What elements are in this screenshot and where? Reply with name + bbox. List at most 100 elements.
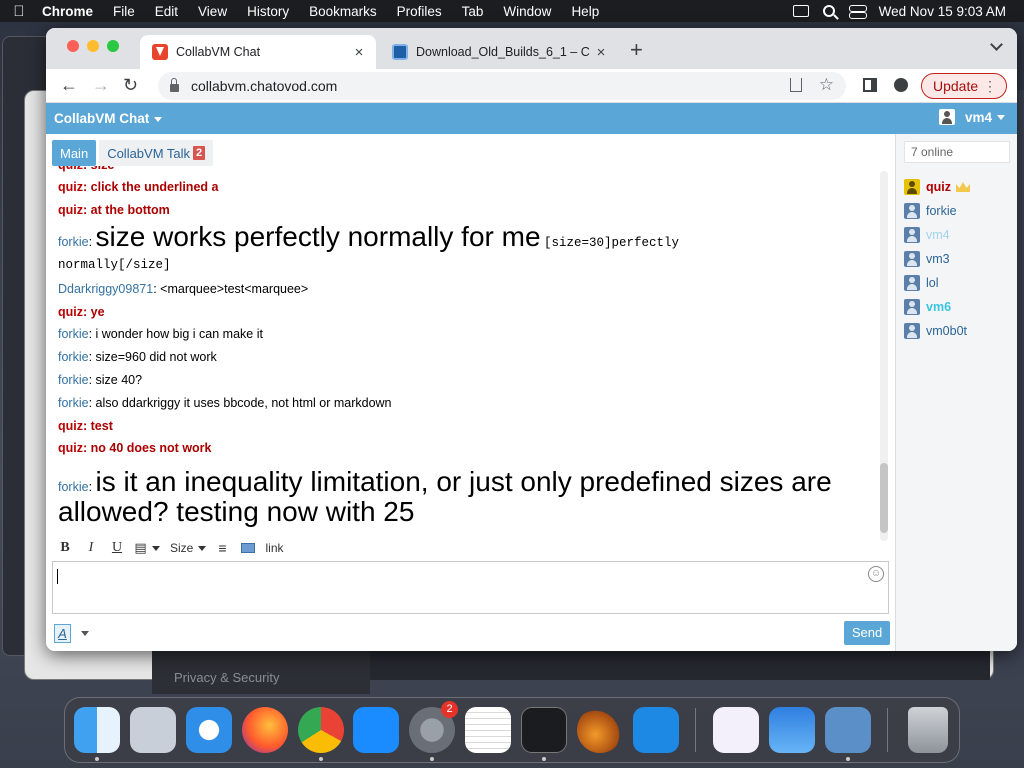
- message-author[interactable]: forkie: [58, 373, 89, 387]
- message-input[interactable]: ☺: [52, 561, 889, 614]
- tab-search-chevron-icon[interactable]: [990, 38, 1003, 51]
- room-tab-main[interactable]: Main: [52, 140, 97, 166]
- menu-help[interactable]: Help: [571, 4, 599, 19]
- chat-scrollbar[interactable]: [880, 171, 888, 541]
- font-style-button[interactable]: A: [54, 624, 71, 643]
- user-list-item[interactable]: lol: [904, 275, 939, 291]
- trash-icon[interactable]: [908, 707, 948, 753]
- reload-icon[interactable]: ↻: [123, 75, 138, 96]
- vscode-icon[interactable]: [633, 707, 679, 753]
- menu-edit[interactable]: Edit: [155, 4, 178, 19]
- message-author[interactable]: quiz: [58, 180, 83, 194]
- browser-tab-download[interactable]: Download_Old_Builds_6_1 – C ×: [380, 35, 618, 69]
- firefox-icon[interactable]: [242, 707, 288, 753]
- smiley-icon[interactable]: ☺: [868, 566, 884, 582]
- menu-tab[interactable]: Tab: [462, 4, 484, 19]
- menu-window[interactable]: Window: [503, 4, 551, 19]
- control-center-icon[interactable]: [848, 5, 867, 19]
- update-button[interactable]: Update ⋮: [921, 73, 1007, 99]
- share-icon[interactable]: [790, 78, 802, 92]
- message-author[interactable]: quiz: [58, 203, 83, 217]
- message-text: i wonder how big i can make it: [95, 327, 263, 341]
- back-arrow-icon[interactable]: ←: [60, 75, 78, 96]
- screen-mirroring-icon[interactable]: [792, 5, 809, 17]
- launchpad-icon[interactable]: [130, 707, 176, 753]
- finder-icon[interactable]: [74, 707, 120, 753]
- background-settings-item: Privacy & Security: [152, 650, 370, 694]
- italic-button[interactable]: I: [78, 540, 104, 556]
- menu-profiles[interactable]: Profiles: [397, 4, 442, 19]
- bookmark-star-icon[interactable]: ☆: [819, 75, 834, 95]
- text-cursor: [57, 569, 58, 584]
- lock-icon[interactable]: [170, 77, 179, 92]
- menu-bookmarks[interactable]: Bookmarks: [309, 4, 377, 19]
- message-text: click the underlined a: [90, 180, 219, 194]
- message-author[interactable]: quiz: [58, 441, 83, 455]
- garageband-icon[interactable]: [577, 707, 623, 753]
- user-list-item[interactable]: forkie: [904, 203, 957, 219]
- message-author[interactable]: forkie: [58, 480, 89, 494]
- menu-view[interactable]: View: [198, 4, 227, 19]
- app-store-icon[interactable]: [353, 707, 399, 753]
- menu-app[interactable]: Chrome: [42, 4, 93, 19]
- chevron-down-icon: [997, 114, 1005, 120]
- safari-icon[interactable]: [186, 707, 232, 753]
- scrollbar-thumb[interactable]: [880, 463, 888, 533]
- spotlight-search-icon[interactable]: [822, 5, 835, 17]
- apple-icon[interactable]: : [8, 3, 30, 20]
- chrome-icon[interactable]: [298, 707, 344, 753]
- message-author[interactable]: quiz: [58, 305, 83, 319]
- new-tab-icon[interactable]: +: [630, 37, 643, 63]
- virtualbox-icon[interactable]: [825, 707, 871, 753]
- address-bar[interactable]: collabvm.chatovod.com ☆: [158, 72, 846, 100]
- more-menu-icon[interactable]: ⋮: [983, 78, 997, 95]
- message-author[interactable]: Ddarkriggy09871: [58, 282, 153, 296]
- url-text[interactable]: collabvm.chatovod.com: [191, 78, 337, 94]
- user-list-item[interactable]: quiz: [904, 179, 970, 195]
- menu-clock[interactable]: Wed Nov 15 9:03 AM: [879, 4, 1006, 19]
- profile-icon[interactable]: [894, 78, 908, 92]
- chat-message-continued: allowed? testing now with 25: [58, 496, 415, 527]
- message-author[interactable]: quiz: [58, 419, 83, 433]
- browser-tab-collabvm[interactable]: CollabVM Chat ×: [140, 35, 376, 69]
- visual-studio-icon[interactable]: [713, 707, 759, 753]
- textedit-icon[interactable]: [465, 707, 511, 753]
- user-list-item[interactable]: vm3: [904, 251, 950, 267]
- message-author[interactable]: forkie: [58, 235, 89, 249]
- chat-message: forkie: size works perfectly normally fo…: [58, 221, 680, 252]
- current-user-menu[interactable]: vm4: [938, 109, 1005, 125]
- user-list-item[interactable]: vm4: [904, 227, 950, 243]
- room-tab-label: Main: [60, 145, 89, 161]
- message-text: test: [90, 419, 113, 433]
- send-button[interactable]: Send: [844, 621, 890, 645]
- terminal-icon[interactable]: [521, 707, 567, 753]
- message-author[interactable]: forkie: [58, 350, 89, 364]
- bullet-list-icon[interactable]: ≡: [218, 540, 226, 556]
- side-panel-icon[interactable]: [863, 78, 877, 92]
- text-color-button[interactable]: ▤: [130, 541, 164, 556]
- chat-brand-menu[interactable]: CollabVM Chat: [54, 111, 163, 126]
- close-tab-icon[interactable]: ×: [350, 44, 368, 61]
- user-list-item[interactable]: vm6: [904, 299, 951, 315]
- link-button[interactable]: link: [266, 541, 284, 555]
- close-tab-icon[interactable]: ×: [592, 44, 610, 61]
- weather-icon[interactable]: [769, 707, 815, 753]
- size-label: Size: [170, 541, 194, 555]
- room-tabs: Main CollabVM Talk 2: [52, 140, 214, 166]
- minimize-window-button[interactable]: [87, 40, 99, 52]
- room-tab-collabvm-talk[interactable]: CollabVM Talk 2: [99, 140, 214, 166]
- bold-button[interactable]: B: [52, 540, 78, 556]
- message-author[interactable]: forkie: [58, 396, 89, 410]
- user-list-item[interactable]: vm0b0t: [904, 323, 967, 339]
- message-author[interactable]: quiz: [58, 166, 83, 172]
- size-dropdown[interactable]: Size: [170, 541, 207, 555]
- chevron-down-icon[interactable]: [81, 631, 89, 636]
- zoom-window-button[interactable]: [107, 40, 119, 52]
- underline-button[interactable]: U: [104, 540, 130, 556]
- message-author[interactable]: forkie: [58, 327, 89, 341]
- close-window-button[interactable]: [67, 40, 79, 52]
- image-icon[interactable]: [240, 543, 255, 553]
- menu-history[interactable]: History: [247, 4, 289, 19]
- forward-arrow-icon[interactable]: →: [92, 75, 110, 96]
- menu-file[interactable]: File: [113, 4, 135, 19]
